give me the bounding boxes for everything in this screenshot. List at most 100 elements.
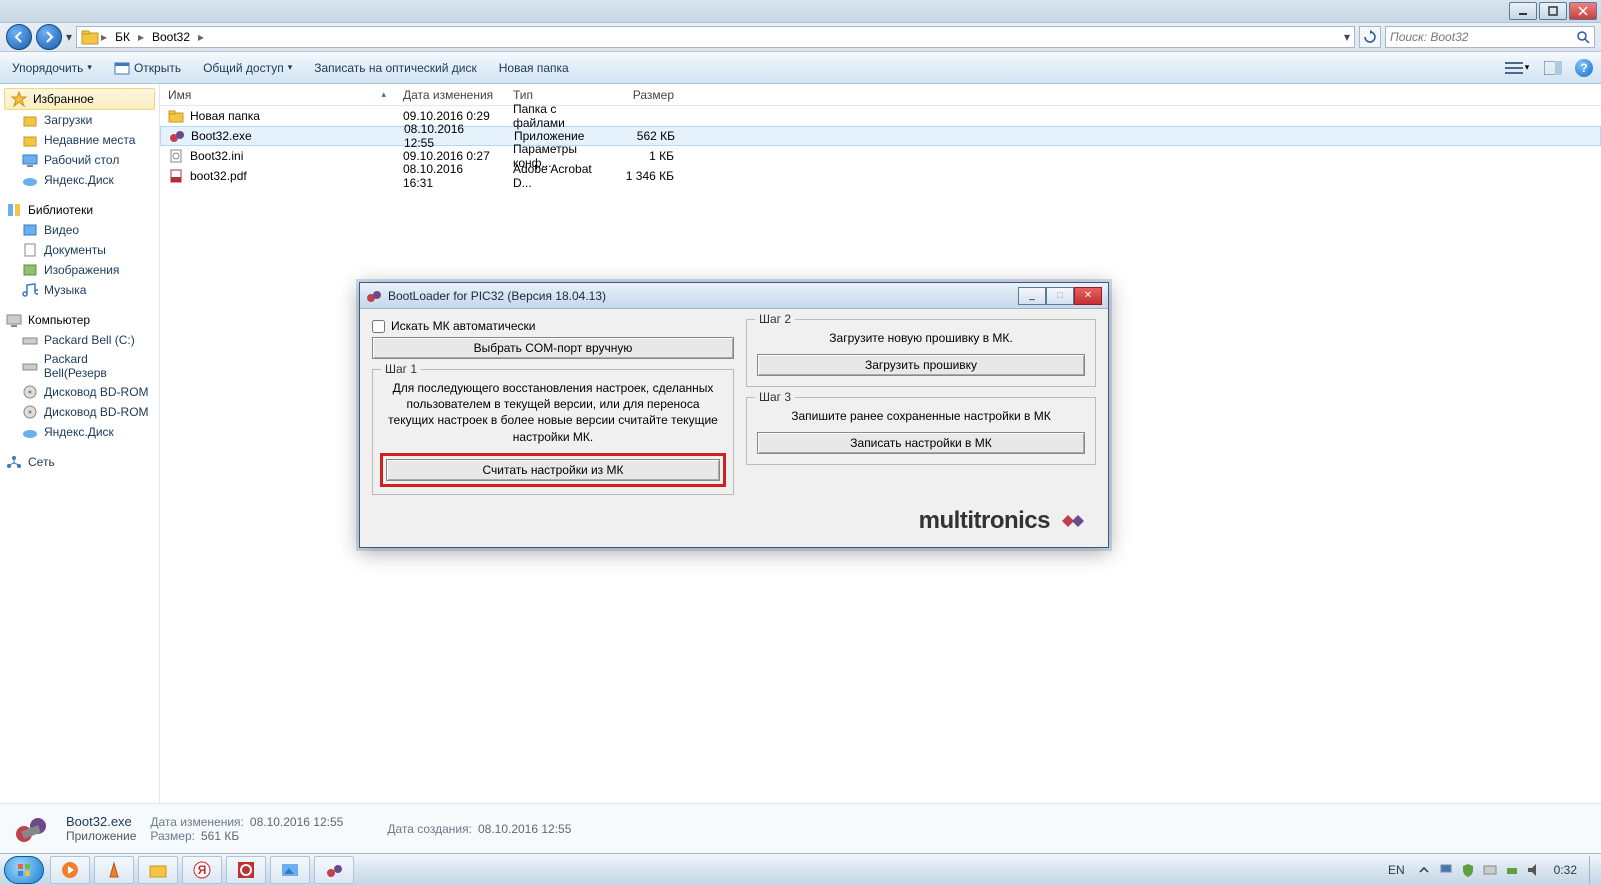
refresh-button[interactable] [1359,26,1381,48]
documents-icon [22,242,38,258]
star-icon [11,91,27,107]
forward-button[interactable] [36,24,62,50]
new-folder-button[interactable]: Новая папка [495,59,573,77]
sidebar-item-documents[interactable]: Документы [0,240,159,260]
navigation-bar: ▾ ▸ БК ▸ Boot32 ▸ ▾ Поиск: Boot32 [0,22,1601,52]
back-button[interactable] [6,24,32,50]
tray-volume-icon[interactable] [1526,862,1542,878]
sidebar-item-drive-c[interactable]: Packard Bell (C:) [0,330,159,350]
tray-shield-icon[interactable] [1460,862,1476,878]
help-button[interactable]: ? [1575,59,1593,77]
window-titlebar [0,0,1601,22]
load-firmware-button[interactable]: Загрузить прошивку [757,354,1085,376]
app-icon [10,808,52,850]
sidebar-item-pictures[interactable]: Изображения [0,260,159,280]
file-row[interactable]: boot32.pdf08.10.2016 16:31Adobe Acrobat … [160,166,1601,186]
file-row[interactable]: Boot32.exe08.10.2016 12:55Приложение562 … [160,126,1601,146]
details-size: 561 КБ [201,829,239,843]
tray-network-icon[interactable] [1482,862,1498,878]
history-dropdown-icon[interactable]: ▾ [66,30,72,44]
tray-safely-remove-icon[interactable] [1504,862,1520,878]
sidebar-group-libraries[interactable]: Библиотеки [0,200,159,220]
column-name[interactable]: Имя▴ [160,88,395,102]
highlight-annotation: Считать настройки из МК [380,453,726,487]
breadcrumb[interactable]: ▸ БК ▸ Boot32 ▸ ▾ [76,26,1355,48]
close-button[interactable] [1569,2,1597,20]
clock[interactable]: 0:32 [1548,863,1583,877]
language-indicator[interactable]: EN [1383,862,1410,878]
dialog-maximize-button[interactable]: □ [1046,287,1074,305]
tray-chevron-icon[interactable] [1416,862,1432,878]
sidebar-item-drive-reserve[interactable]: Packard Bell(Резерв [0,350,159,382]
sort-asc-icon: ▴ [381,89,386,100]
sidebar-item-recent[interactable]: Недавние места [0,130,159,150]
details-filetype: Приложение [66,829,136,843]
details-date-created: 08.10.2016 12:55 [478,822,571,836]
sidebar-item-yandex-drive[interactable]: Яндекс.Диск [0,422,159,442]
taskbar-mediaplayer[interactable] [50,856,90,884]
search-input[interactable]: Поиск: Boot32 [1385,26,1595,48]
maximize-button[interactable] [1539,2,1567,20]
logo-area: multitronics [372,507,1096,535]
share-button[interactable]: Общий доступ▾ [199,59,296,77]
write-settings-button[interactable]: Записать настройки в МК [757,432,1085,454]
column-type[interactable]: Тип [505,88,613,102]
chevron-right-icon[interactable]: ▸ [101,30,107,44]
details-filename: Boot32.exe [66,814,136,829]
dialog-title: BootLoader for PIC32 (Версия 18.04.13) [388,289,1012,303]
sidebar-item-downloads[interactable]: Загрузки [0,110,159,130]
chevron-right-icon[interactable]: ▸ [198,30,204,44]
taskbar: Я EN 0:32 [0,853,1601,885]
dialog-minimize-button[interactable]: _ [1018,287,1046,305]
step1-text: Для последующего восстановления настроек… [383,380,723,445]
file-row[interactable]: Boot32.ini09.10.2016 0:27Параметры конф.… [160,146,1601,166]
taskbar-explorer[interactable] [138,856,178,884]
auto-search-checkbox[interactable]: Искать МК автоматически [372,319,734,333]
sidebar-group-favorites[interactable]: Избранное [4,88,155,110]
file-row[interactable]: Новая папка09.10.2016 0:29Папка с файлам… [160,106,1601,126]
pictures-icon [22,262,38,278]
step1-legend: Шаг 1 [381,362,421,376]
dialog-close-button[interactable]: ✕ [1074,287,1102,305]
sidebar-item-music[interactable]: Музыка [0,280,159,300]
sidebar-item-bdrom-1[interactable]: Дисковод BD-ROM [0,382,159,402]
app-icon [366,288,382,304]
taskbar-yandex[interactable]: Я [182,856,222,884]
sidebar-item-bdrom-2[interactable]: Дисковод BD-ROM [0,402,159,422]
sidebar-group-computer[interactable]: Компьютер [0,310,159,330]
column-size[interactable]: Размер [613,88,683,102]
sidebar-item-network[interactable]: Сеть [0,452,159,472]
organize-button[interactable]: Упорядочить▾ [8,59,96,77]
taskbar-app-red[interactable] [226,856,266,884]
taskbar-vlc[interactable] [94,856,134,884]
start-button[interactable] [4,856,44,884]
bootloader-dialog: BootLoader for PIC32 (Версия 18.04.13) _… [359,282,1109,548]
minimize-button[interactable] [1509,2,1537,20]
step3-legend: Шаг 3 [755,390,795,404]
downloads-icon [22,112,38,128]
preview-pane-button[interactable] [1539,58,1567,78]
select-com-port-button[interactable]: Выбрать COM-порт вручную [372,337,734,359]
breadcrumb-segment[interactable]: Boot32 [146,30,196,44]
explorer-toolbar: Упорядочить▾ Открыть Общий доступ▾ Запис… [0,52,1601,84]
breadcrumb-segment[interactable]: БК [109,30,136,44]
video-icon [22,222,38,238]
dialog-titlebar[interactable]: BootLoader for PIC32 (Версия 18.04.13) _… [360,283,1108,309]
burn-button[interactable]: Записать на оптический диск [310,59,481,77]
disc-icon [22,404,38,420]
column-date[interactable]: Дата изменения [395,88,505,102]
chevron-right-icon[interactable]: ▸ [138,30,144,44]
read-settings-button[interactable]: Считать настройки из МК [386,459,720,481]
sidebar-item-yandex[interactable]: Яндекс.Диск [0,170,159,190]
breadcrumb-dropdown-icon[interactable]: ▾ [1344,30,1350,44]
logo-text: multitronics [919,507,1050,535]
open-button[interactable]: Открыть [110,58,185,78]
taskbar-bootloader[interactable] [314,856,354,884]
sidebar-item-desktop[interactable]: Рабочий стол [0,150,159,170]
view-mode-button[interactable]: ▾ [1503,58,1531,78]
taskbar-pictures[interactable] [270,856,310,884]
sidebar-item-videos[interactable]: Видео [0,220,159,240]
tray-flag-icon[interactable] [1438,862,1454,878]
show-desktop-button[interactable] [1589,856,1597,884]
disc-icon [22,384,38,400]
